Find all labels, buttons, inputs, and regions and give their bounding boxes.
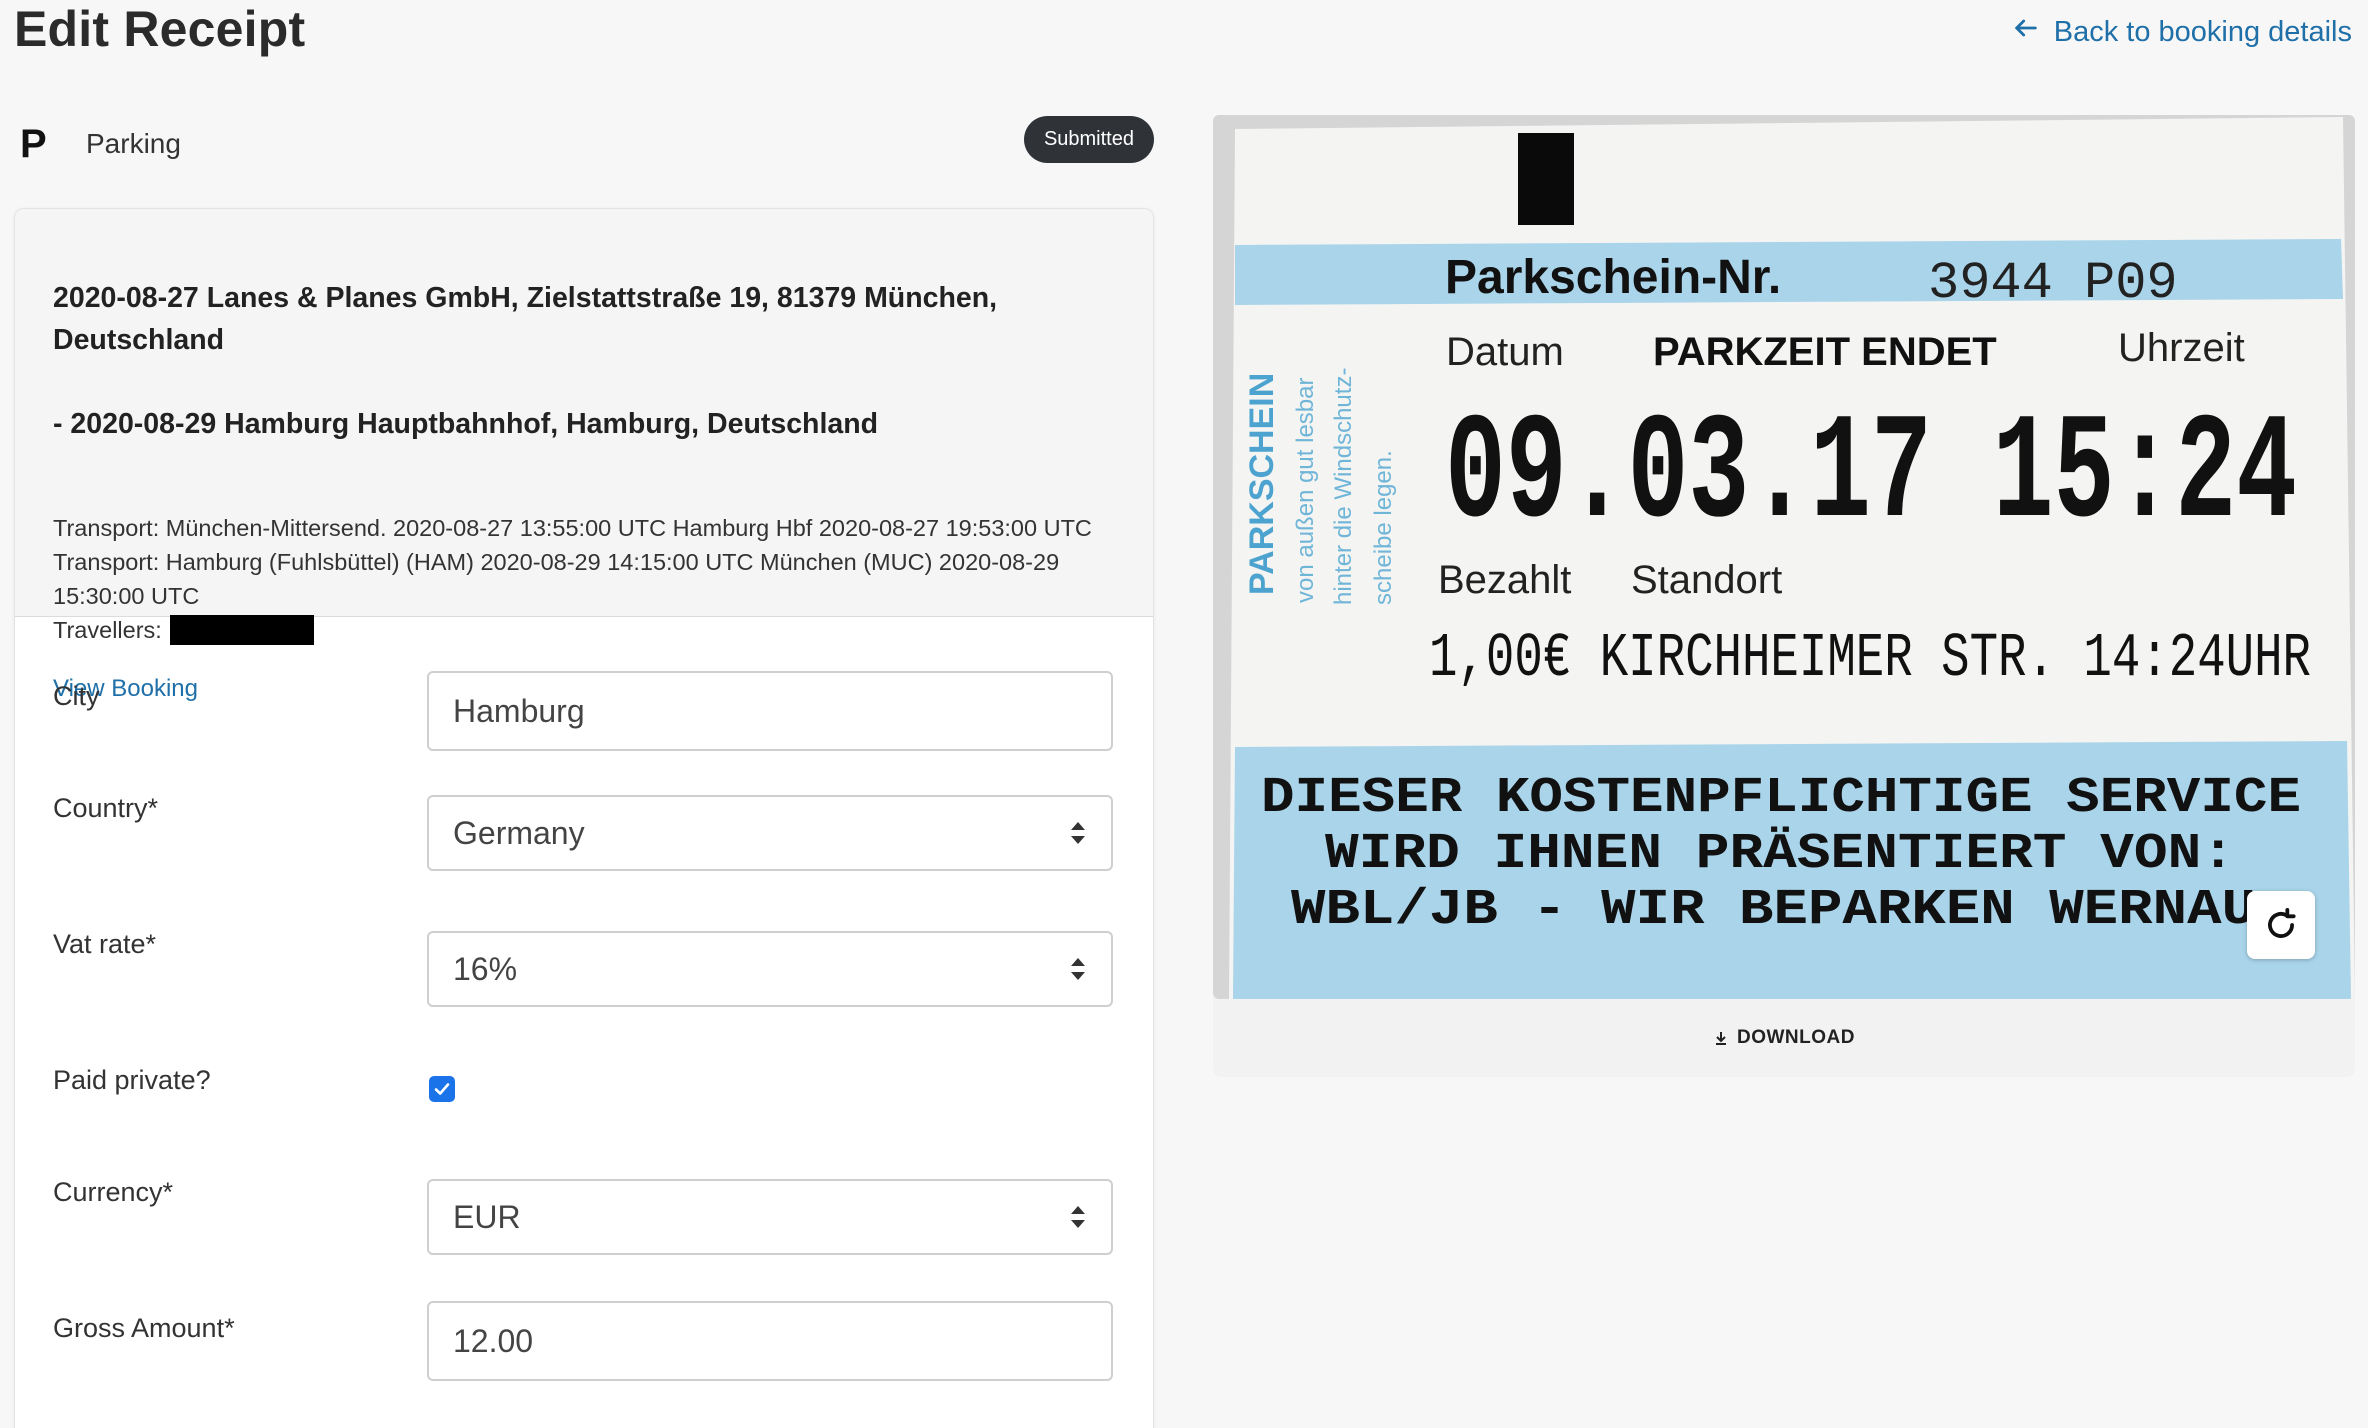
vat-rate-select[interactable]: 16% <box>427 931 1113 1007</box>
booking-summary: 2020-08-27 Lanes & Planes GmbH, Zielstat… <box>15 209 1153 702</box>
receipt-preview-panel: Parkschein-Nr. 3944 P09 Datum PARKZEIT E… <box>1213 115 2355 1077</box>
gross-amount-input[interactable]: 12.00 <box>427 1301 1113 1381</box>
gross-amount-value: 12.00 <box>453 1322 534 1359</box>
route-line-1: 2020-08-27 Lanes & Planes GmbH, Zielstat… <box>53 282 998 356</box>
footer-line-3: WBL/JB - WIR BEPARKEN WERNAU <box>1291 882 2256 939</box>
travellers-label: Travellers: <box>53 617 162 643</box>
checkmark-icon <box>434 1083 450 1095</box>
city-label: City <box>53 681 100 711</box>
download-label: DOWNLOAD <box>1737 1027 1855 1048</box>
paid-private-checkbox[interactable] <box>429 1076 455 1102</box>
category-label: Parking <box>86 128 181 159</box>
receipt-form-card: 2020-08-27 Lanes & Planes GmbH, Zielstat… <box>14 208 1154 1428</box>
label-parkzeit: PARKZEIT ENDET <box>1653 330 1997 374</box>
arrow-left-icon <box>2012 14 2040 50</box>
category-row: P Parking Submitted <box>14 114 1154 174</box>
ticket-number: 3944 P09 <box>1928 254 2178 313</box>
parking-icon: P <box>20 121 47 166</box>
transport-details: Transport: München-Mittersend. 2020-08-2… <box>53 515 1092 609</box>
city-input[interactable]: Hamburg <box>427 671 1113 751</box>
download-button[interactable]: DOWNLOAD <box>1213 1027 2355 1049</box>
rotate-icon <box>2268 908 2296 938</box>
country-select[interactable]: Germany <box>427 795 1113 871</box>
route-title: 2020-08-27 Lanes & Planes GmbH, Zielstat… <box>53 235 1115 487</box>
currency-value: EUR <box>453 1198 521 1235</box>
back-link-label: Back to booking details <box>2053 15 2352 48</box>
side-text-2: hinter die Windschutz- <box>1330 368 1357 605</box>
footer-line-1: DIESER KOSTENPFLICHTIGE SERVICE <box>1261 770 2301 827</box>
status-badge: Submitted <box>1023 116 1154 163</box>
label-standort: Standort <box>1631 558 1782 602</box>
footer-line-2: WIRD IHNEN PRÄSENTIERT VON: <box>1325 826 2235 883</box>
side-text-3: scheibe legen. <box>1370 450 1397 605</box>
select-arrows-icon <box>1071 958 1085 980</box>
side-text-1: von außen gut lesbar <box>1292 378 1319 603</box>
receipt-image: Parkschein-Nr. 3944 P09 Datum PARKZEIT E… <box>1213 115 2355 999</box>
vat-rate-value: 16% <box>453 950 518 987</box>
vat-rate-label: Vat rate* <box>53 929 157 959</box>
download-icon <box>1716 1032 1726 1045</box>
label-datum: Datum <box>1446 330 1564 374</box>
rotate-image-button[interactable] <box>2247 891 2315 959</box>
currency-label: Currency* <box>53 1177 174 1207</box>
label-bezahlt: Bezahlt <box>1438 558 1571 602</box>
gross-amount-label: Gross Amount* <box>53 1313 235 1343</box>
travellers-row: Travellers: <box>53 613 1115 647</box>
ticket-datetime: 09.03.17 15:24 <box>1445 391 2297 561</box>
side-title: PARKSCHEIN <box>1243 373 1281 595</box>
ticket-paid-line: 1,00€ KIRCHHEIMER STR. 14:24UHR <box>1429 623 2311 694</box>
currency-select[interactable]: EUR <box>427 1179 1113 1255</box>
country-value: Germany <box>453 814 585 851</box>
route-line-2: - 2020-08-29 Hamburg Hauptbahnhof, Hambu… <box>53 408 879 440</box>
page-title: Edit Receipt <box>14 1 306 57</box>
city-value: Hamburg <box>453 692 585 729</box>
paid-private-label: Paid private? <box>53 1065 211 1095</box>
back-to-booking-link[interactable]: Back to booking details <box>2012 14 2352 50</box>
label-uhrzeit: Uhrzeit <box>2118 326 2245 370</box>
select-arrows-icon <box>1071 1206 1085 1228</box>
redacted-traveller-name <box>169 615 314 645</box>
ticket-title: Parkschein-Nr. <box>1445 251 1781 304</box>
select-arrows-icon <box>1071 822 1085 844</box>
country-label: Country* <box>53 793 159 823</box>
